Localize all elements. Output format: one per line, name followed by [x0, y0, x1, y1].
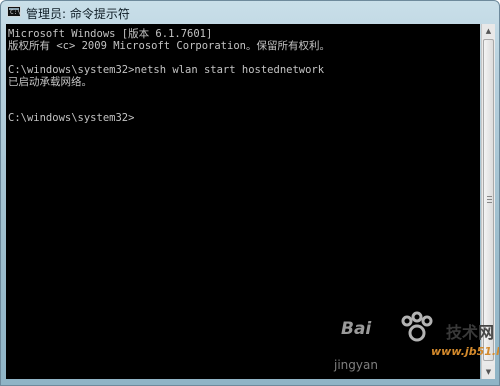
jingyan-watermark: jingyan — [334, 358, 378, 372]
console-prompt: C:\windows\system32> — [8, 112, 135, 124]
console-window: C:\ 管理员: 命令提示符 Microsoft Windows [版本 6.1… — [0, 0, 500, 386]
paw-logo-icon — [401, 311, 433, 342]
grip-line — [487, 196, 492, 197]
title-bar[interactable]: C:\ 管理员: 命令提示符 — [1, 1, 499, 23]
site-url-watermark: www.jb51.Net — [431, 345, 499, 358]
console-line: 已启动承载网络。 — [8, 76, 92, 88]
scroll-up-arrow-icon[interactable]: ▲ — [482, 24, 495, 38]
scroll-thumb[interactable] — [483, 39, 494, 361]
grip-line — [487, 202, 492, 203]
site-name-watermark: 技术网 — [446, 323, 495, 342]
cmd-icon[interactable]: C:\ — [7, 6, 21, 17]
baidu-watermark: Bai — [341, 319, 372, 339]
console-line: Microsoft Windows [版本 6.1.7601] — [8, 28, 213, 40]
scroll-down-arrow-icon[interactable]: ▼ — [482, 365, 495, 379]
window-title: 管理员: 命令提示符 — [26, 7, 130, 21]
console-line: 版权所有 <c> 2009 Microsoft Corporation。保留所有… — [8, 40, 330, 52]
grip-line — [487, 199, 492, 200]
console-line: C:\windows\system32>netsh wlan start hos… — [8, 64, 325, 76]
